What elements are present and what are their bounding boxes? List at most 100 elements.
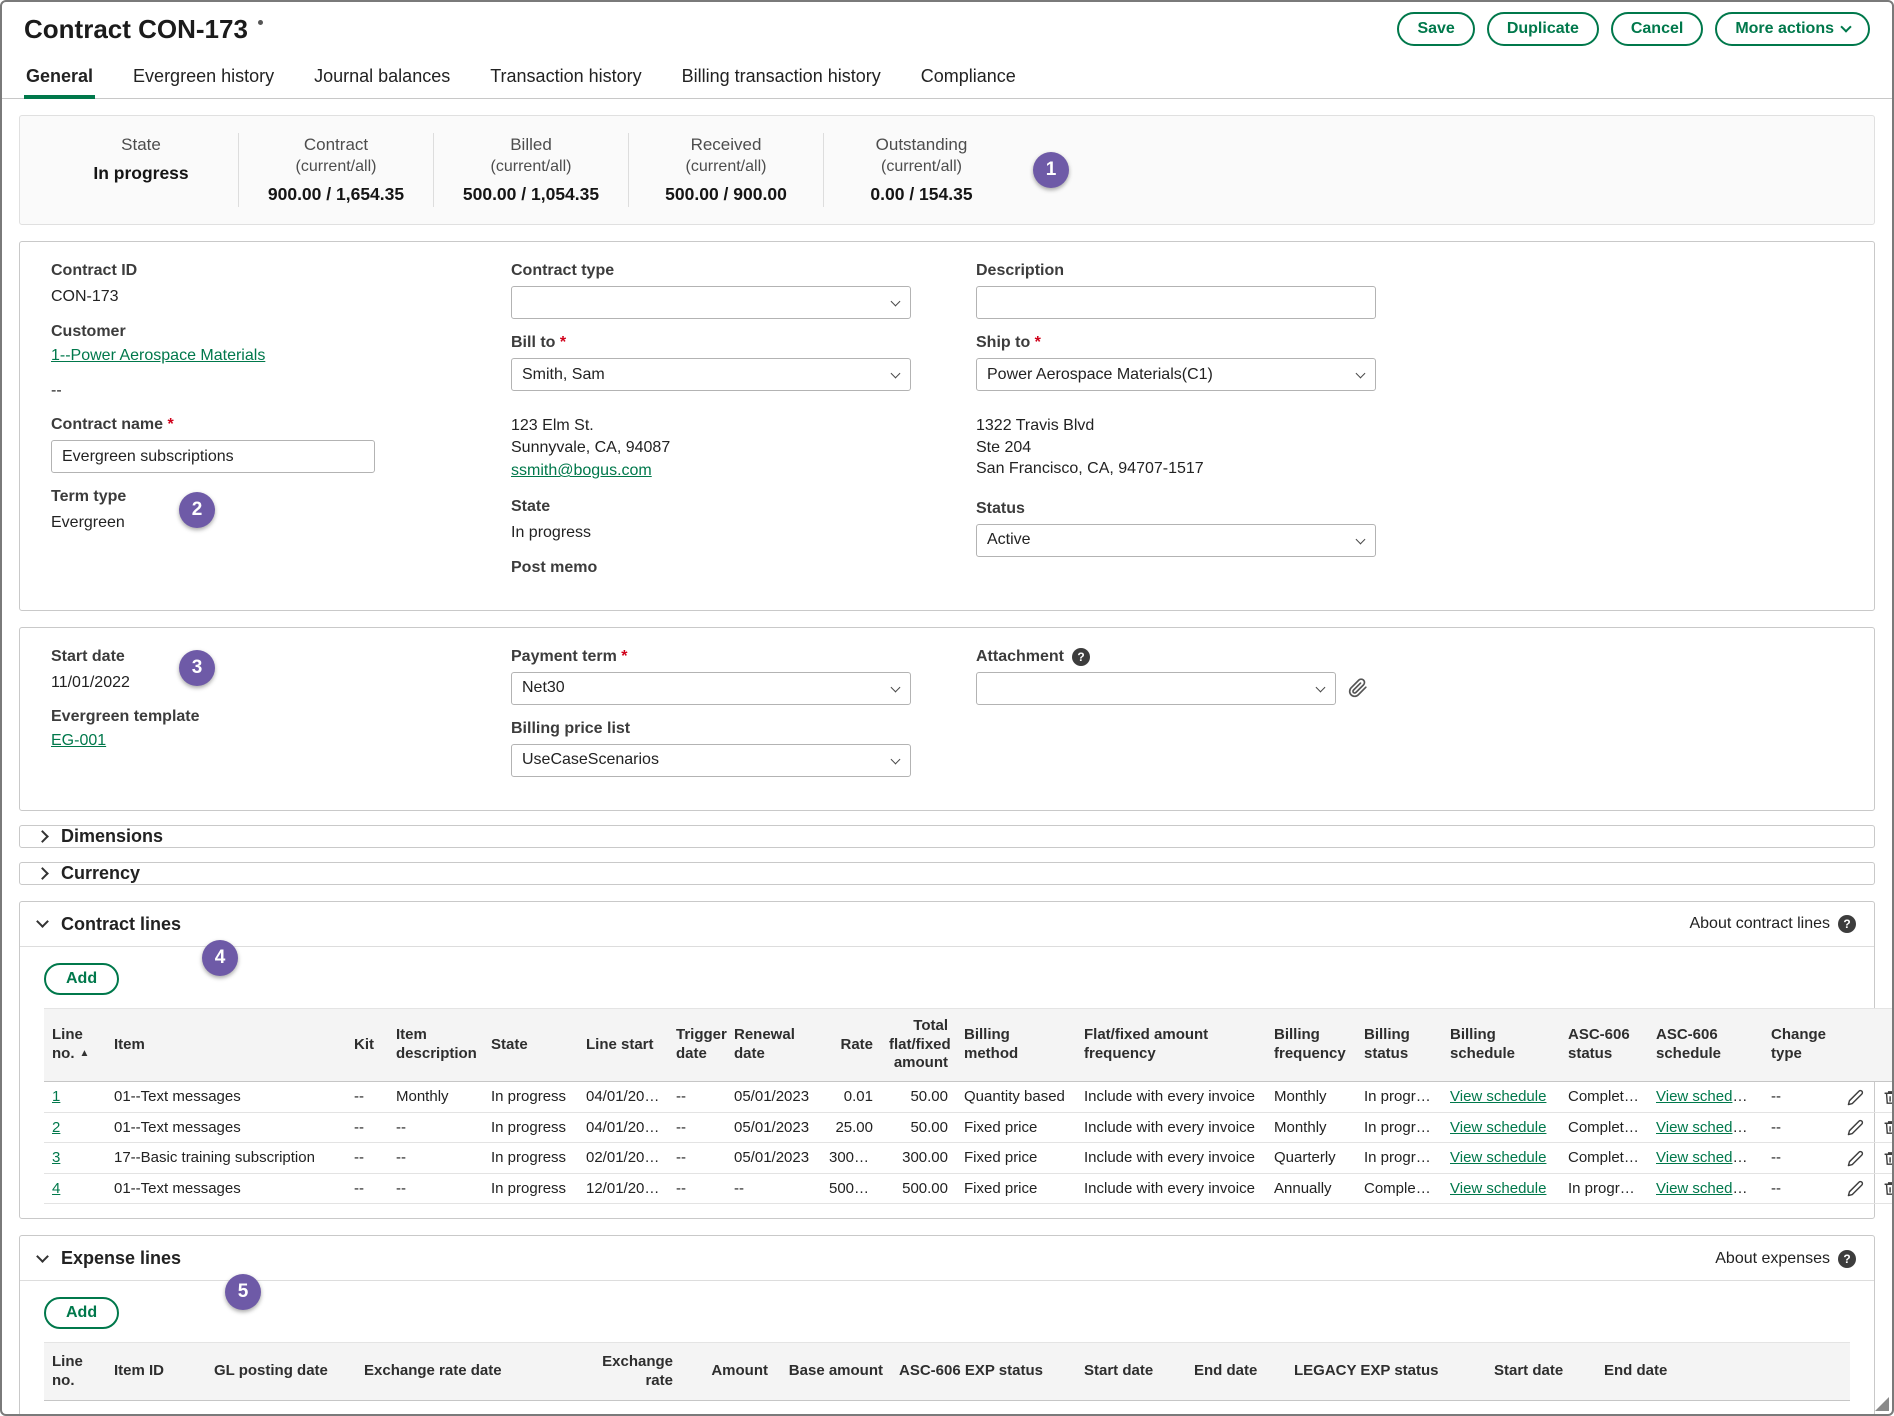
column-header-legacy-exp-status[interactable]: LEGACY EXP status <box>1286 1343 1486 1401</box>
term-type-label: Term type <box>51 488 461 506</box>
start-date-value: 11/01/2022 <box>51 672 461 694</box>
customer-link[interactable]: 1--Power Aerospace Materials <box>51 347 265 364</box>
column-header-state[interactable]: State <box>483 1008 578 1081</box>
billing-price-list-select[interactable]: UseCaseScenarios <box>511 744 911 777</box>
tab-evergreen-history[interactable]: Evergreen history <box>131 54 276 99</box>
description-input[interactable] <box>976 286 1376 319</box>
terms-col-2: Payment term Net30 Billing price list Us… <box>511 648 926 792</box>
column-header-renewal-date[interactable]: Renewal date <box>726 1008 821 1081</box>
column-header-asc-606-status[interactable]: ASC-606 status <box>1560 1008 1648 1081</box>
evergreen-template-link[interactable]: EG-001 <box>51 732 106 749</box>
delete-line-icon[interactable] <box>1873 1112 1894 1143</box>
column-header-line-no[interactable]: Line no.▲ <box>44 1008 106 1081</box>
billing-schedule-link[interactable]: View schedule <box>1450 1088 1546 1105</box>
resize-handle-icon[interactable] <box>1875 1397 1889 1411</box>
help-icon[interactable]: ? <box>1838 915 1856 933</box>
contract-type-select[interactable] <box>511 286 911 319</box>
column-header-total-flat-fixed-amount[interactable]: Total flat/fixed amount <box>881 1008 956 1081</box>
column-header-amount[interactable]: Amount <box>681 1343 776 1401</box>
help-icon[interactable]: ? <box>1072 648 1090 666</box>
line-number-link[interactable]: 2 <box>52 1119 60 1136</box>
tab-transaction-history[interactable]: Transaction history <box>488 54 643 99</box>
bill-email-link[interactable]: ssmith@bogus.com <box>511 462 652 479</box>
tab-compliance[interactable]: Compliance <box>919 54 1018 99</box>
column-header-exchange-rate[interactable]: Exchange rate <box>566 1343 681 1401</box>
more-actions-button[interactable]: More actions <box>1715 12 1870 46</box>
summary-stats: StateIn progressContract(current/all)900… <box>44 133 1019 207</box>
column-header-billing-status[interactable]: Billing status <box>1356 1008 1442 1081</box>
about-contract-lines-text: About contract lines <box>1689 915 1830 933</box>
asc606-schedule-link[interactable]: View schedule 1 <box>1656 1149 1763 1166</box>
column-header-blank <box>1873 1008 1894 1081</box>
expense-lines-toggle[interactable]: Expense lines <box>38 1248 181 1269</box>
asc606-schedule-link[interactable]: View schedule 1 <box>1656 1088 1763 1105</box>
line-number-link[interactable]: 1 <box>52 1088 60 1105</box>
tab-general[interactable]: General <box>24 54 95 99</box>
ship-to-select[interactable]: Power Aerospace Materials(C1) <box>976 358 1376 391</box>
column-header-kit[interactable]: Kit <box>346 1008 388 1081</box>
paperclip-icon[interactable] <box>1348 678 1368 698</box>
state-label: State <box>511 498 926 516</box>
edit-line-icon[interactable] <box>1837 1112 1873 1143</box>
column-header-start-date[interactable]: Start date <box>1486 1343 1596 1401</box>
column-header-line-no[interactable]: Line no. <box>44 1343 106 1401</box>
column-header-gl-posting-date[interactable]: GL posting date <box>206 1343 356 1401</box>
delete-line-icon[interactable] <box>1873 1082 1894 1113</box>
tab-billing-transaction-history[interactable]: Billing transaction history <box>680 54 883 99</box>
about-expenses[interactable]: About expenses ? <box>1715 1250 1856 1268</box>
contract-lines-toggle[interactable]: Contract lines <box>38 914 181 935</box>
chevron-down-icon <box>891 297 901 307</box>
bill-to-select[interactable]: Smith, Sam <box>511 358 911 391</box>
column-header-rate[interactable]: Rate <box>821 1008 881 1081</box>
billing-schedule-link[interactable]: View schedule <box>1450 1149 1546 1166</box>
line-number-link[interactable]: 4 <box>52 1180 60 1197</box>
column-header-item[interactable]: Item <box>106 1008 346 1081</box>
chevron-down-icon <box>1316 682 1326 692</box>
billing-schedule-link[interactable]: View schedule <box>1450 1119 1546 1136</box>
column-header-billing-method[interactable]: Billing method <box>956 1008 1076 1081</box>
column-header-start-date[interactable]: Start date <box>1076 1343 1186 1401</box>
currency-section-toggle[interactable]: Currency <box>19 862 1875 885</box>
billing-schedule-link[interactable]: View schedule <box>1450 1180 1546 1197</box>
column-header-billing-frequency[interactable]: Billing frequency <box>1266 1008 1356 1081</box>
column-header-trigger-date[interactable]: Trigger date <box>668 1008 726 1081</box>
payment-term-select[interactable]: Net30 <box>511 672 911 705</box>
duplicate-button[interactable]: Duplicate <box>1487 12 1599 46</box>
column-header-change-type[interactable]: Change type <box>1763 1008 1837 1081</box>
delete-line-icon[interactable] <box>1873 1173 1894 1204</box>
contract-name-input[interactable] <box>51 440 375 473</box>
column-header-flat-fixed-amount-frequency[interactable]: Flat/fixed amount frequency <box>1076 1008 1266 1081</box>
delete-line-icon[interactable] <box>1873 1143 1894 1174</box>
column-header-end-date[interactable]: End date <box>1596 1343 1696 1401</box>
edit-line-icon[interactable] <box>1837 1173 1873 1204</box>
help-icon[interactable]: ? <box>1838 1250 1856 1268</box>
column-header-item-description[interactable]: Item description <box>388 1008 483 1081</box>
asc606-schedule-link[interactable]: View schedule 1 <box>1656 1119 1763 1136</box>
about-expenses-text: About expenses <box>1715 1250 1830 1268</box>
column-header-exchange-rate-date[interactable]: Exchange rate date <box>356 1343 566 1401</box>
column-header-asc-606-schedule[interactable]: ASC-606 schedule <box>1648 1008 1763 1081</box>
column-header-billing-schedule[interactable]: Billing schedule <box>1442 1008 1560 1081</box>
about-contract-lines[interactable]: About contract lines ? <box>1689 915 1856 933</box>
asc606-schedule-link[interactable]: View schedule 1 <box>1656 1180 1763 1197</box>
line-number-link[interactable]: 3 <box>52 1149 60 1166</box>
column-header-line-start[interactable]: Line start <box>578 1008 668 1081</box>
column-header-asc-606-exp-status[interactable]: ASC-606 EXP status <box>891 1343 1076 1401</box>
chevron-down-icon <box>891 682 901 692</box>
dimensions-section-toggle[interactable]: Dimensions <box>19 825 1875 848</box>
add-expense-line-button[interactable]: Add <box>44 1297 119 1329</box>
edit-line-icon[interactable] <box>1837 1082 1873 1113</box>
save-button[interactable]: Save <box>1397 12 1474 46</box>
add-contract-line-button[interactable]: Add <box>44 963 119 995</box>
edit-line-icon[interactable] <box>1837 1143 1873 1174</box>
cancel-button[interactable]: Cancel <box>1611 12 1703 46</box>
column-header-base-amount[interactable]: Base amount <box>776 1343 891 1401</box>
billing-price-list-label: Billing price list <box>511 720 926 738</box>
contract-line-row: 401--Text messages----In progress12/01/2… <box>44 1173 1894 1204</box>
callout-5: 5 <box>225 1274 261 1310</box>
attachment-select[interactable] <box>976 672 1336 705</box>
tab-journal-balances[interactable]: Journal balances <box>312 54 452 99</box>
column-header-item-id[interactable]: Item ID <box>106 1343 206 1401</box>
column-header-end-date[interactable]: End date <box>1186 1343 1286 1401</box>
status-select[interactable]: Active <box>976 524 1376 557</box>
